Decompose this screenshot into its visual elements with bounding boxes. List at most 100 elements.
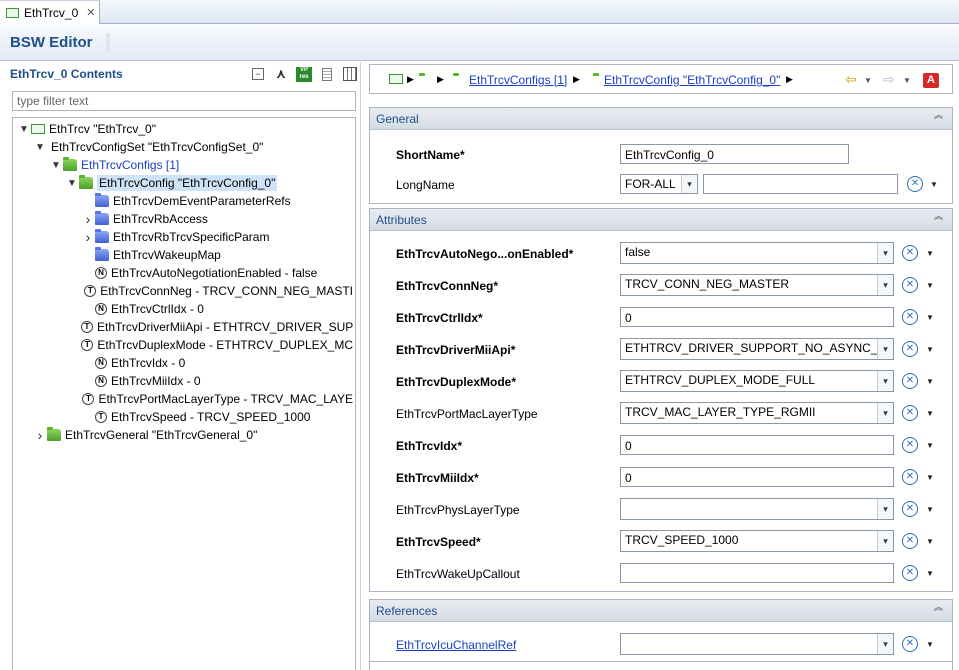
collapse-icon[interactable]: ︽ <box>934 603 943 612</box>
tree-item[interactable]: T EthTrcvConnNeg - TRCV_CONN_NEG_MASTI <box>81 282 353 300</box>
validation-icon[interactable]: A <box>923 73 939 88</box>
tree-item-label: EthTrcvDriverMiiApi - ETHTRCV_DRIVER_SUP <box>97 320 353 334</box>
chevron-down-icon[interactable]: ▼ <box>926 313 934 322</box>
tool-icon[interactable]: ✕ <box>902 245 918 261</box>
document-icon[interactable] <box>318 66 336 82</box>
tree-item[interactable]: N EthTrcvMiiIdx - 0 <box>81 372 201 390</box>
breadcrumb-arrow[interactable]: ▶ <box>786 74 793 85</box>
chevron-down-icon[interactable]: ▼ <box>926 345 934 354</box>
expand-open-icon[interactable]: ▼ <box>65 174 79 192</box>
tree-item[interactable]: ▼ EthTrcvConfig "EthTrcvConfig_0" <box>65 174 278 192</box>
attribute-select[interactable]: ETHTRCV_DRIVER_SUPPORT_NO_ASYNC_MIICC▾ <box>620 338 894 360</box>
attribute-select[interactable]: ▾ <box>620 498 894 520</box>
breadcrumb-arrow[interactable]: ▶ <box>437 74 444 85</box>
attribute-input[interactable]: 0 <box>620 435 894 455</box>
collapse-icon[interactable]: ︽ <box>934 111 943 120</box>
attribute-input[interactable]: 0 <box>620 307 894 327</box>
general-section-header[interactable]: General ︽ <box>370 108 952 130</box>
breadcrumb-link-configs[interactable]: EthTrcvConfigs [1] <box>469 73 567 87</box>
tree-item[interactable]: › EthTrcvGeneral "EthTrcvGeneral_0" <box>33 426 257 444</box>
attribute-select[interactable]: false ▾ <box>620 242 894 264</box>
tree-item[interactable]: T EthTrcvDuplexMode - ETHTRCV_DUPLEX_MC <box>81 336 353 354</box>
editor-tab[interactable]: EthTrcv_0 ✕ <box>0 0 100 24</box>
attribute-select[interactable]: TRCV_MAC_LAYER_TYPE_RGMII ▾ <box>620 402 894 424</box>
expand-open-icon[interactable]: ▼ <box>33 138 47 156</box>
expand-open-icon[interactable]: ▼ <box>49 156 63 174</box>
blue-folder-icon <box>95 211 109 225</box>
tool-icon[interactable]: ✕ <box>902 636 918 652</box>
longname-input[interactable] <box>703 174 898 194</box>
grid-icon[interactable] <box>341 66 359 82</box>
breadcrumb-arrow[interactable]: ▶ <box>407 74 414 85</box>
tree-item[interactable]: T EthTrcvSpeed - TRCV_SPEED_1000 <box>81 408 310 426</box>
tree-item[interactable]: N EthTrcvIdx - 0 <box>81 354 185 372</box>
tree-item[interactable]: T EthTrcvPortMacLayerType - TRCV_MAC_LAYE <box>81 390 353 408</box>
tree-item[interactable]: N EthTrcvCtrlIdx - 0 <box>81 300 204 318</box>
attribute-select[interactable]: TRCV_SPEED_1000 ▾ <box>620 530 894 552</box>
tool-icon[interactable]: ✕ <box>902 309 918 325</box>
chevron-down-icon[interactable]: ▼ <box>926 640 934 649</box>
tree-item[interactable]: ▼ EthTrcv "EthTrcv_0" <box>17 120 156 138</box>
tool-icon[interactable]: ✕ <box>902 341 918 357</box>
tool-icon[interactable]: ✕ <box>902 437 918 453</box>
expand-closed-icon[interactable]: › <box>81 228 95 246</box>
chevron-down-icon[interactable]: ▼ <box>903 76 911 85</box>
attribute-select[interactable]: TRCV_CONN_NEG_MASTER ▾ <box>620 274 894 296</box>
close-icon[interactable]: ✕ <box>86 6 95 19</box>
chevron-down-icon[interactable]: ▼ <box>926 249 934 258</box>
chevron-down-icon: ▾ <box>877 339 893 359</box>
chevron-down-icon[interactable]: ▼ <box>926 537 934 546</box>
chevron-down-icon[interactable]: ▼ <box>926 281 934 290</box>
chevron-down-icon[interactable]: ▼ <box>926 473 934 482</box>
tree-item[interactable]: EthTrcvDemEventParameterRefs <box>81 192 291 210</box>
references-section-header[interactable]: References ︽ <box>370 600 952 622</box>
chevron-down-icon: ▾ <box>877 634 893 654</box>
tree-item[interactable]: ▼ EthTrcvConfigSet "EthTrcvConfigSet_0" <box>33 138 263 156</box>
expand-closed-icon[interactable]: › <box>33 426 47 444</box>
collapse-all-icon[interactable]: − <box>249 66 267 82</box>
tree-item[interactable]: T EthTrcvDriverMiiApi - ETHTRCV_DRIVER_SU… <box>81 318 353 336</box>
tool-icon[interactable]: ✕ <box>902 277 918 293</box>
tool-icon[interactable]: ✕ <box>907 176 923 192</box>
forward-arrow-icon[interactable]: ⇨ <box>883 71 895 88</box>
tree-item[interactable]: ▼ EthTrcvConfigs [1] <box>49 156 179 174</box>
expand-open-icon[interactable]: ▼ <box>17 120 31 138</box>
attribute-input[interactable]: 0 <box>620 467 894 487</box>
hierarchy-icon[interactable]: ⋏ <box>272 66 290 82</box>
attribute-select[interactable]: ETHTRCV_DUPLEX_MODE_FULL ▾ <box>620 370 894 392</box>
chevron-down-icon[interactable]: ▼ <box>926 441 934 450</box>
tool-icon[interactable]: ✕ <box>902 533 918 549</box>
chevron-down-icon[interactable]: ▼ <box>930 180 938 189</box>
tree-item[interactable]: EthTrcvWakeupMap <box>81 246 221 264</box>
back-arrow-icon[interactable]: ⇦ <box>845 71 857 88</box>
tool-icon[interactable]: ✕ <box>902 469 918 485</box>
tool-icon[interactable]: ✕ <box>902 501 918 517</box>
attributes-section-header[interactable]: Attributes ︽ <box>370 209 952 231</box>
chevron-down-icon: ▾ <box>877 243 893 263</box>
chevron-down-icon[interactable]: ▼ <box>926 505 934 514</box>
icu-channel-ref-select[interactable]: ▾ <box>620 633 894 655</box>
tool-icon[interactable]: ✕ <box>902 565 918 581</box>
attribute-input[interactable] <box>620 563 894 583</box>
collapse-icon[interactable]: ︽ <box>934 212 943 221</box>
breadcrumb-link-config[interactable]: EthTrcvConfig "EthTrcvConfig_0" <box>604 73 780 87</box>
filter-input[interactable] <box>12 91 356 111</box>
tool-icon[interactable]: ✕ <box>902 373 918 389</box>
shortname-input[interactable]: EthTrcvConfig_0 <box>620 144 849 164</box>
chevron-down-icon[interactable]: ▼ <box>926 377 934 386</box>
chevron-down-icon[interactable]: ▼ <box>926 569 934 578</box>
vp-res-icon[interactable]: VP res <box>295 66 313 82</box>
chevron-down-icon[interactable]: ▼ <box>926 409 934 418</box>
tree-item[interactable]: N EthTrcvAutoNegotiationEnabled - false <box>81 264 317 282</box>
chevron-down-icon[interactable]: ▼ <box>864 76 872 85</box>
breadcrumb-arrow[interactable]: ▶ <box>573 74 580 85</box>
icu-channel-ref-label[interactable]: EthTrcvIcuChannelRef <box>396 638 516 652</box>
expand-closed-icon[interactable]: › <box>81 210 95 228</box>
language-select[interactable]: FOR-ALL ▾ <box>620 174 698 194</box>
tree-item[interactable]: › EthTrcvRbTrcvSpecificParam <box>81 228 269 246</box>
tool-icon[interactable]: ✕ <box>902 405 918 421</box>
module-icon[interactable] <box>389 74 403 84</box>
tree-item[interactable]: › EthTrcvRbAccess <box>81 210 208 228</box>
tree-item-label: EthTrcvAutoNegotiationEnabled - false <box>111 266 318 280</box>
